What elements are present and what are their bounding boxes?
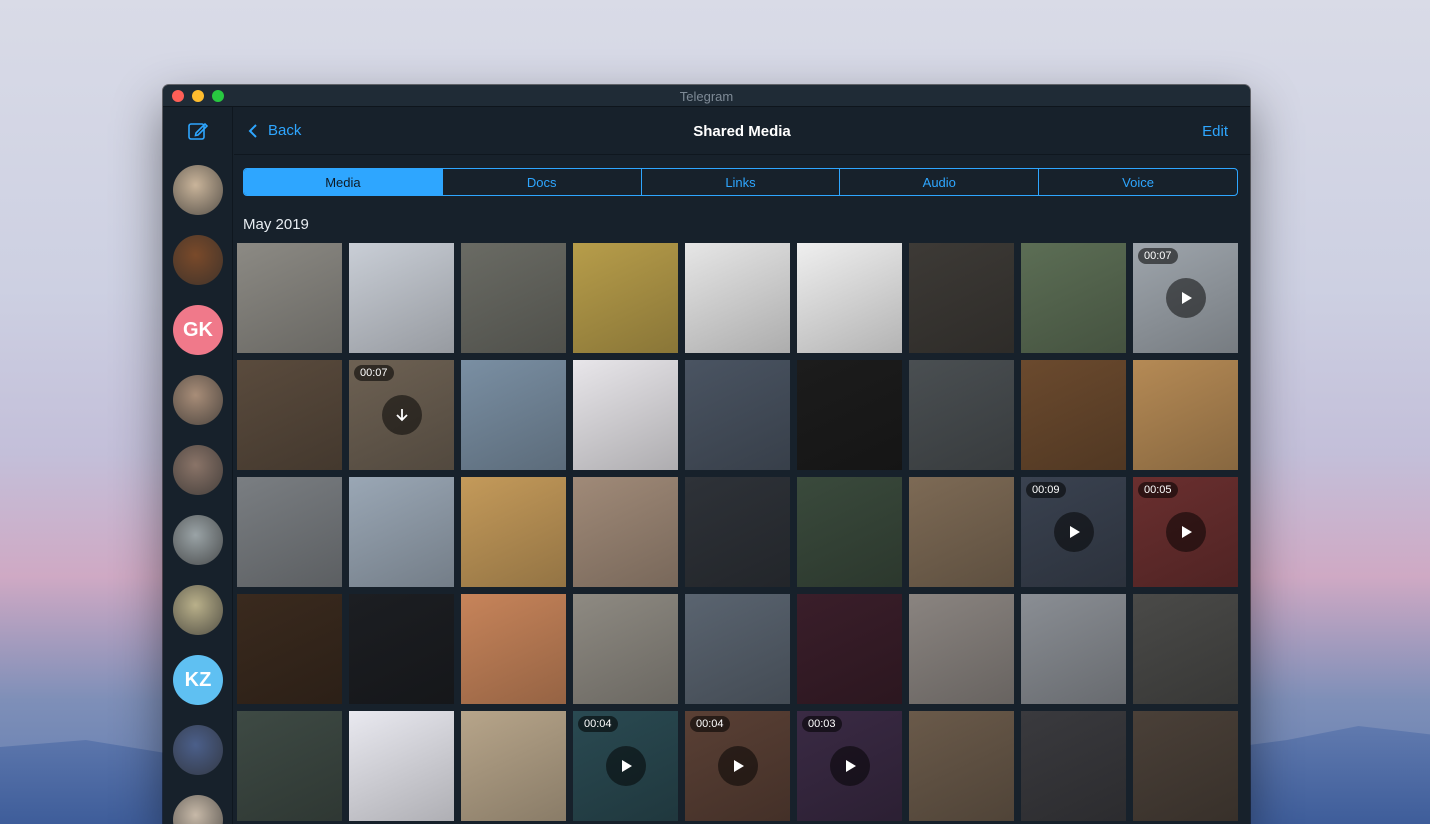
media-grid: 00:07 00:07 00:09 00:05 00:04 00:04 00:03 bbox=[237, 243, 1238, 821]
media-thumbnail[interactable] bbox=[573, 360, 678, 470]
shared-media-panel: Back Shared Media Edit Media Docs Links … bbox=[234, 107, 1250, 824]
play-icon[interactable] bbox=[717, 746, 758, 786]
header: Back Shared Media Edit bbox=[234, 107, 1250, 155]
section-title: May 2019 bbox=[243, 216, 309, 233]
media-thumbnail[interactable]: 00:07 bbox=[349, 360, 454, 470]
media-thumbnail[interactable] bbox=[909, 711, 1014, 821]
chat-avatar[interactable] bbox=[173, 585, 223, 635]
chat-avatar[interactable] bbox=[173, 515, 223, 565]
media-thumbnail[interactable] bbox=[1133, 711, 1238, 821]
media-thumbnail[interactable] bbox=[909, 243, 1014, 353]
media-thumbnail[interactable] bbox=[797, 243, 902, 353]
media-thumbnail[interactable]: 00:03 bbox=[797, 711, 902, 821]
video-duration-badge: 00:07 bbox=[1138, 248, 1178, 264]
media-thumbnail[interactable] bbox=[685, 594, 790, 704]
media-thumbnail[interactable] bbox=[685, 243, 790, 353]
tab-audio[interactable]: Audio bbox=[839, 169, 1038, 195]
play-icon[interactable] bbox=[1053, 512, 1094, 552]
tab-voice[interactable]: Voice bbox=[1038, 169, 1237, 195]
chat-avatar[interactable] bbox=[173, 795, 223, 824]
chat-avatar[interactable] bbox=[173, 165, 223, 215]
media-thumbnail[interactable] bbox=[349, 243, 454, 353]
window-title: Telegram bbox=[679, 89, 734, 104]
media-thumbnail[interactable] bbox=[237, 594, 342, 704]
media-thumbnail[interactable]: 00:07 bbox=[1133, 243, 1238, 353]
media-thumbnail[interactable]: 00:04 bbox=[685, 711, 790, 821]
chat-avatar[interactable] bbox=[173, 725, 223, 775]
page-title: Shared Media bbox=[693, 123, 791, 140]
chat-avatar[interactable] bbox=[173, 445, 223, 495]
chat-avatar[interactable] bbox=[173, 375, 223, 425]
media-thumbnail[interactable] bbox=[1021, 360, 1126, 470]
telegram-window: Telegram GK KZ Back Shared Media Edit Med… bbox=[163, 85, 1250, 824]
video-duration-badge: 00:04 bbox=[690, 716, 730, 732]
video-duration-badge: 00:03 bbox=[802, 716, 842, 732]
media-thumbnail[interactable] bbox=[461, 243, 566, 353]
compose-icon[interactable] bbox=[187, 120, 209, 142]
media-thumbnail[interactable] bbox=[461, 711, 566, 821]
chat-avatar[interactable]: KZ bbox=[173, 655, 223, 705]
media-thumbnail[interactable] bbox=[1133, 594, 1238, 704]
media-thumbnail[interactable] bbox=[573, 243, 678, 353]
media-thumbnail[interactable] bbox=[1133, 360, 1238, 470]
download-icon[interactable] bbox=[381, 395, 422, 435]
media-thumbnail[interactable] bbox=[237, 711, 342, 821]
media-thumbnail[interactable] bbox=[909, 594, 1014, 704]
media-thumbnail[interactable] bbox=[573, 477, 678, 587]
media-thumbnail[interactable] bbox=[349, 594, 454, 704]
media-thumbnail[interactable] bbox=[909, 360, 1014, 470]
play-icon[interactable] bbox=[1165, 512, 1206, 552]
media-thumbnail[interactable] bbox=[797, 594, 902, 704]
chat-avatar[interactable]: GK bbox=[173, 305, 223, 355]
media-thumbnail[interactable] bbox=[1021, 711, 1126, 821]
play-icon[interactable] bbox=[1165, 278, 1206, 318]
media-thumbnail[interactable]: 00:09 bbox=[1021, 477, 1126, 587]
tab-links[interactable]: Links bbox=[640, 169, 840, 195]
media-thumbnail[interactable] bbox=[1021, 243, 1126, 353]
media-thumbnail[interactable] bbox=[461, 477, 566, 587]
play-icon[interactable] bbox=[829, 746, 870, 786]
media-thumbnail[interactable] bbox=[237, 243, 342, 353]
media-thumbnail[interactable] bbox=[1021, 594, 1126, 704]
video-duration-badge: 00:09 bbox=[1026, 482, 1066, 498]
edit-button[interactable]: Edit bbox=[1202, 123, 1228, 140]
tab-media[interactable]: Media bbox=[244, 169, 442, 195]
media-thumbnail[interactable] bbox=[237, 477, 342, 587]
chat-avatar-initials: KZ bbox=[184, 668, 212, 691]
chat-avatar[interactable] bbox=[173, 235, 223, 285]
media-thumbnail[interactable] bbox=[685, 477, 790, 587]
media-thumbnail[interactable] bbox=[349, 477, 454, 587]
media-thumbnail[interactable] bbox=[797, 477, 902, 587]
media-thumbnail[interactable] bbox=[573, 594, 678, 704]
media-thumbnail[interactable]: 00:04 bbox=[573, 711, 678, 821]
media-type-tabs: Media Docs Links Audio Voice bbox=[243, 168, 1238, 196]
video-duration-badge: 00:07 bbox=[354, 365, 394, 381]
media-thumbnail[interactable] bbox=[461, 594, 566, 704]
media-thumbnail[interactable] bbox=[237, 360, 342, 470]
media-thumbnail[interactable] bbox=[349, 711, 454, 821]
chat-sidebar: GK KZ bbox=[163, 107, 233, 824]
video-duration-badge: 00:05 bbox=[1138, 482, 1178, 498]
media-thumbnail[interactable] bbox=[461, 360, 566, 470]
play-icon[interactable] bbox=[605, 746, 646, 786]
media-thumbnail[interactable] bbox=[797, 360, 902, 470]
chat-avatar-initials: GK bbox=[183, 318, 213, 341]
media-thumbnail[interactable] bbox=[909, 477, 1014, 587]
media-thumbnail[interactable] bbox=[685, 360, 790, 470]
tab-docs[interactable]: Docs bbox=[441, 169, 641, 195]
title-bar: Telegram bbox=[163, 85, 1250, 107]
media-thumbnail[interactable]: 00:05 bbox=[1133, 477, 1238, 587]
video-duration-badge: 00:04 bbox=[578, 716, 618, 732]
